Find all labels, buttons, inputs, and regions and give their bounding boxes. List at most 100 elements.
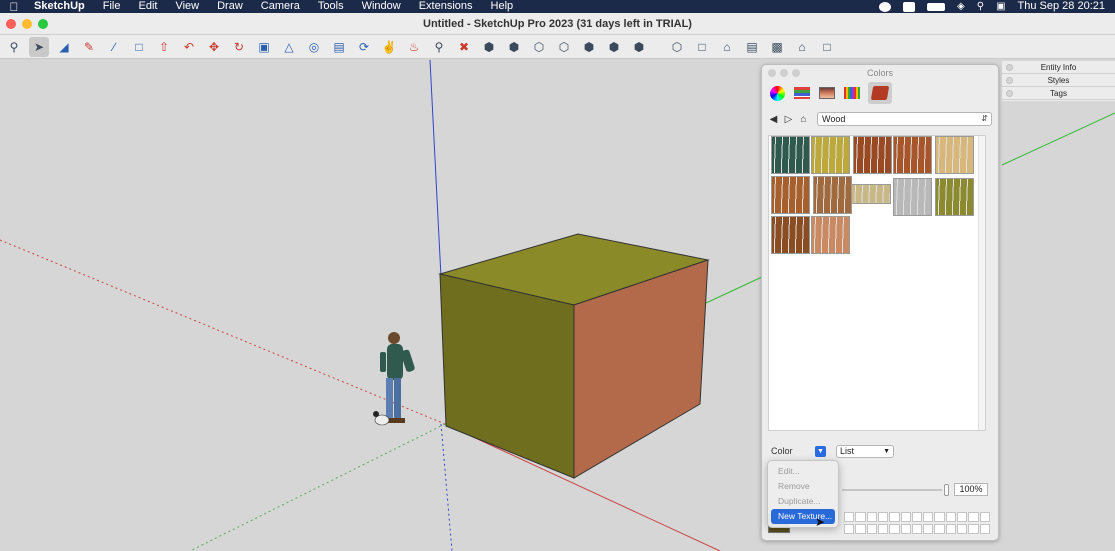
color-sliders-tab[interactable] bbox=[793, 84, 811, 102]
wood-swatch-veneer[interactable] bbox=[851, 184, 891, 204]
share-icon[interactable]: ⌂ bbox=[792, 37, 812, 57]
control-center-icon[interactable]: ▣ bbox=[996, 0, 1005, 13]
menu-tools[interactable]: Tools bbox=[309, 0, 353, 13]
wifi-icon[interactable]: ◈ bbox=[957, 0, 965, 13]
record-icon[interactable] bbox=[879, 1, 892, 12]
tray-tags[interactable]: Tags bbox=[1002, 87, 1115, 100]
opacity-value[interactable]: 100% bbox=[954, 483, 988, 496]
wood-swatch-light[interactable] bbox=[935, 136, 974, 174]
orbit-icon[interactable]: ⟳ bbox=[354, 37, 374, 57]
menu-window[interactable]: Window bbox=[353, 0, 410, 13]
menu-file[interactable]: File bbox=[94, 0, 130, 13]
zoom-icon[interactable]: ⚲ bbox=[429, 37, 449, 57]
custom-color-cell[interactable] bbox=[934, 523, 945, 534]
wood-swatch-olive[interactable] bbox=[935, 178, 974, 216]
pick-mode-select[interactable]: Color ▼ bbox=[768, 445, 826, 458]
custom-color-cell[interactable] bbox=[945, 523, 957, 534]
home-icon[interactable]: ⌂ bbox=[798, 114, 809, 125]
menu-item-new-texture[interactable]: New Texture... bbox=[771, 509, 835, 524]
custom-color-cell[interactable] bbox=[889, 512, 900, 522]
custom-color-cell[interactable] bbox=[866, 523, 877, 534]
custom-color-cell[interactable] bbox=[957, 512, 968, 522]
menu-view[interactable]: View bbox=[166, 0, 208, 13]
layout-icon[interactable]: □ bbox=[817, 37, 837, 57]
wood-swatch-teal[interactable] bbox=[771, 136, 810, 174]
search-icon[interactable]: ⚲ bbox=[4, 37, 24, 57]
custom-color-cell[interactable] bbox=[911, 523, 923, 534]
color-wheel-tab[interactable] bbox=[768, 84, 786, 102]
minimize-panel-button[interactable] bbox=[780, 69, 788, 77]
select-icon[interactable]: ➤ bbox=[29, 36, 49, 57]
pencils-tab[interactable] bbox=[843, 84, 861, 102]
clock[interactable]: Thu Sep 28 20:21 bbox=[1018, 0, 1105, 13]
extension-icon[interactable]: ▩ bbox=[767, 37, 787, 57]
dimension-icon[interactable]: ◎ bbox=[304, 37, 324, 57]
rotate-icon[interactable]: ↻ bbox=[229, 37, 249, 57]
line-icon[interactable]: ∕ bbox=[104, 37, 124, 57]
wood-swatch-plank[interactable] bbox=[893, 136, 932, 174]
keyboard-icon[interactable] bbox=[903, 1, 916, 12]
tray-styles[interactable]: Styles bbox=[1002, 74, 1115, 87]
custom-color-cell[interactable] bbox=[957, 523, 968, 534]
offset-icon[interactable]: ↶ bbox=[179, 37, 199, 57]
wood-swatch-salmon[interactable] bbox=[811, 216, 850, 254]
opacity-slider-track[interactable] bbox=[842, 489, 942, 491]
warehouse-icon[interactable]: ⌂ bbox=[717, 37, 737, 57]
menu-draw[interactable]: Draw bbox=[208, 0, 252, 13]
custom-color-cell[interactable] bbox=[855, 523, 866, 534]
custom-color-cell[interactable] bbox=[900, 512, 911, 522]
menu-item-edit[interactable]: Edit... bbox=[771, 464, 835, 479]
pushpull-icon[interactable]: ⇧ bbox=[154, 37, 174, 57]
tray-entity-info[interactable]: Entity Info bbox=[1002, 61, 1115, 74]
hidden-line-icon[interactable]: □ bbox=[692, 37, 712, 57]
custom-color-cell[interactable] bbox=[844, 523, 855, 534]
collapse-icon[interactable] bbox=[1006, 77, 1013, 84]
pan-icon[interactable]: ✌ bbox=[379, 37, 399, 57]
custom-color-cell[interactable] bbox=[923, 523, 934, 534]
zoom-panel-button[interactable] bbox=[792, 69, 800, 77]
menu-extensions[interactable]: Extensions bbox=[410, 0, 482, 13]
custom-color-cell[interactable] bbox=[889, 523, 900, 534]
collapse-icon[interactable] bbox=[1006, 90, 1013, 97]
custom-color-cell[interactable] bbox=[866, 512, 877, 522]
wood-swatch-oak[interactable] bbox=[813, 176, 852, 214]
apple-icon[interactable]:  bbox=[0, 0, 28, 14]
library-select[interactable]: Wood ⇵ bbox=[817, 112, 992, 126]
menu-edit[interactable]: Edit bbox=[129, 0, 166, 13]
menu-item-duplicate[interactable]: Duplicate... bbox=[771, 494, 835, 509]
custom-color-cell[interactable] bbox=[877, 512, 889, 522]
wireframe-icon[interactable]: ⬡ bbox=[667, 37, 687, 57]
text-icon[interactable]: ▤ bbox=[329, 37, 349, 57]
top-view-icon[interactable]: ⬢ bbox=[504, 37, 524, 57]
menu-camera[interactable]: Camera bbox=[252, 0, 309, 13]
wood-swatch-grey[interactable] bbox=[893, 178, 932, 216]
custom-color-cell[interactable] bbox=[855, 512, 866, 522]
swatch-scrollbar[interactable] bbox=[978, 136, 985, 430]
rectangle-icon[interactable]: □ bbox=[129, 37, 149, 57]
custom-color-cell[interactable] bbox=[968, 523, 979, 534]
close-panel-button[interactable] bbox=[768, 69, 776, 77]
custom-color-cell[interactable] bbox=[934, 512, 945, 522]
xray-icon[interactable]: ⬢ bbox=[629, 37, 649, 57]
menu-item-remove[interactable]: Remove bbox=[771, 479, 835, 494]
custom-color-cell[interactable] bbox=[900, 523, 911, 534]
pencil-icon[interactable]: ✎ bbox=[79, 37, 99, 57]
custom-color-cell[interactable] bbox=[979, 523, 990, 534]
colors-panel-titlebar[interactable]: Colors bbox=[762, 65, 998, 81]
custom-color-cell[interactable] bbox=[911, 512, 923, 522]
custom-color-cell[interactable] bbox=[968, 512, 979, 522]
zoom-extents-icon[interactable]: ✖ bbox=[454, 37, 474, 57]
tape-icon[interactable]: △ bbox=[279, 37, 299, 57]
back-view-icon[interactable]: ⬢ bbox=[579, 37, 599, 57]
custom-color-cell[interactable] bbox=[979, 512, 990, 522]
image-palettes-tab[interactable] bbox=[818, 84, 836, 102]
wood-swatch-cherry[interactable] bbox=[853, 136, 892, 174]
right-view-icon[interactable]: ⬡ bbox=[554, 37, 574, 57]
forward-arrow-icon[interactable]: ▷ bbox=[783, 114, 794, 125]
back-arrow-icon[interactable]: ◀ bbox=[768, 114, 779, 125]
front-view-icon[interactable]: ⬡ bbox=[529, 37, 549, 57]
collapse-icon[interactable] bbox=[1006, 64, 1013, 71]
custom-color-cell[interactable] bbox=[877, 523, 889, 534]
move-icon[interactable]: ✥ bbox=[204, 37, 224, 57]
custom-color-cell[interactable] bbox=[844, 512, 855, 522]
